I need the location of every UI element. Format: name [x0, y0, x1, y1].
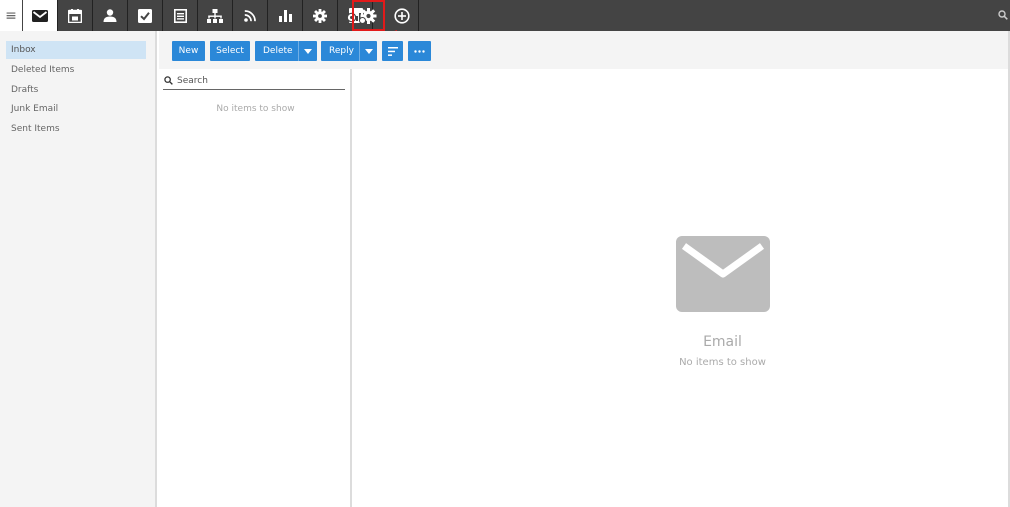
nav-bar-chart[interactable]: [268, 0, 303, 31]
mail-icon: [32, 9, 48, 22]
nav-settings[interactable]: [303, 0, 338, 31]
search-icon[interactable]: [998, 10, 1008, 20]
folder-inbox[interactable]: Inbox: [6, 41, 146, 59]
people-icon: [103, 9, 117, 22]
folder-drafts[interactable]: Drafts: [6, 81, 146, 99]
folder-sent-items[interactable]: Sent Items: [6, 120, 146, 138]
nav-admin-settings[interactable]: [352, 0, 385, 31]
nav-mail[interactable]: [23, 0, 58, 31]
org-chart-icon: [207, 8, 223, 23]
sort-button[interactable]: [382, 41, 403, 61]
list-empty-text: No items to show: [216, 104, 295, 114]
folder-sidebar: Inbox Deleted Items Drafts Junk Email Se…: [0, 31, 157, 507]
reading-pane-subtitle: No items to show: [679, 357, 766, 368]
nav-tasks[interactable]: [128, 0, 163, 31]
nav-add[interactable]: [386, 0, 419, 31]
reply-button[interactable]: Reply: [321, 41, 377, 61]
command-toolbar: New Select Delete Reply: [159, 31, 1010, 69]
bar-chart-icon: [278, 9, 292, 22]
add-circle-icon: [394, 7, 410, 24]
more-icon: [414, 49, 425, 53]
reply-button-label: Reply: [329, 46, 354, 56]
mail-icon: [676, 236, 770, 312]
delete-dropdown[interactable]: [298, 41, 317, 61]
sort-icon: [387, 46, 398, 56]
top-navigation-bar: ≡: [0, 0, 1010, 31]
more-button[interactable]: [408, 41, 431, 61]
new-button[interactable]: New: [172, 41, 205, 61]
hamburger-icon[interactable]: ≡: [0, 0, 22, 31]
message-list: No items to show: [159, 69, 352, 507]
search-input[interactable]: [177, 73, 337, 88]
nav-notes[interactable]: [163, 0, 198, 31]
reading-pane-title: Email: [703, 334, 742, 350]
search-icon: [164, 76, 173, 85]
nav-org-chart[interactable]: [198, 0, 233, 31]
folder-junk-email[interactable]: Junk Email: [6, 100, 146, 118]
gear-icon: [313, 8, 327, 23]
chevron-down-icon: [304, 48, 312, 54]
message-search: [163, 73, 345, 90]
nav-calendar[interactable]: [58, 0, 93, 31]
nav-rss[interactable]: [233, 0, 268, 31]
chevron-down-icon: [365, 48, 373, 54]
reply-dropdown[interactable]: [359, 41, 378, 61]
select-button[interactable]: Select: [210, 41, 250, 61]
rss-icon: [244, 9, 256, 22]
nav-people[interactable]: [93, 0, 128, 31]
folder-deleted-items[interactable]: Deleted Items: [6, 61, 146, 79]
delete-button[interactable]: Delete: [255, 41, 317, 61]
notes-icon: [173, 8, 187, 23]
reading-pane: Email No items to show: [354, 69, 1008, 507]
gear-settings-icon: [359, 7, 377, 24]
tasks-icon: [138, 8, 152, 23]
calendar-icon: [68, 8, 82, 23]
delete-button-label: Delete: [263, 46, 293, 56]
